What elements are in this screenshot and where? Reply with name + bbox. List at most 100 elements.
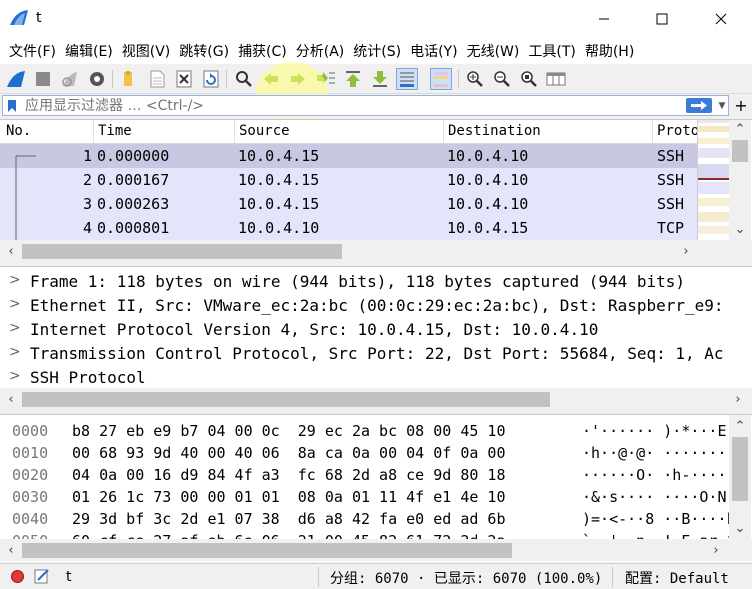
menu-telephony[interactable]: 电话(Y) [401, 41, 457, 61]
column-divider[interactable] [234, 120, 235, 144]
packet-row[interactable]: 4 0.000801 10.0.4.10 10.0.4.15 TCP [0, 216, 697, 240]
column-divider[interactable] [652, 120, 653, 144]
reload-file-button[interactable] [200, 68, 222, 90]
scroll-thumb[interactable] [732, 140, 748, 162]
column-divider[interactable] [93, 120, 94, 144]
status-divider [612, 567, 613, 587]
zoom-reset-button[interactable] [518, 68, 540, 90]
last-packet-icon [373, 71, 387, 87]
apply-filter-button[interactable] [686, 98, 712, 113]
capture-options-button[interactable] [86, 68, 108, 90]
packet-row[interactable]: 3 0.000263 10.0.4.15 10.0.4.10 SSH [0, 192, 697, 216]
menu-help[interactable]: 帮助(H) [576, 41, 634, 61]
filter-history-dropdown[interactable]: ▼ [715, 96, 729, 115]
bytes-hex: 00 68 93 9d 40 00 40 06 8a ca 0a 00 04 0… [72, 444, 506, 462]
detail-tree-item[interactable]: > Frame 1: 118 bytes on wire (944 bits),… [0, 269, 752, 293]
packet-row[interactable]: 1 0.000000 10.0.4.15 10.0.4.10 SSH [0, 144, 697, 168]
close-icon [715, 13, 727, 25]
stop-capture-button[interactable] [32, 68, 54, 90]
scroll-thumb[interactable] [22, 392, 550, 407]
scroll-up-icon[interactable]: ⌃ [733, 120, 747, 138]
bookmark-icon[interactable] [7, 99, 17, 113]
menu-edit[interactable]: 编辑(E) [56, 41, 113, 61]
menu-statistics[interactable]: 统计(S) [344, 41, 401, 61]
find-packet-button[interactable] [233, 68, 255, 90]
scroll-left-icon[interactable]: ‹ [3, 242, 19, 260]
maximize-button[interactable] [633, 0, 691, 38]
last-packet-button[interactable] [369, 68, 391, 90]
column-header-no[interactable]: No. [6, 123, 31, 139]
cell-destination: 10.0.4.10 [447, 171, 529, 189]
arrow-right-icon [691, 101, 707, 110]
open-folder-icon [124, 71, 132, 86]
scroll-right-icon[interactable]: › [708, 541, 724, 559]
details-hscroll[interactable]: ‹ › [0, 388, 752, 410]
scroll-thumb[interactable] [732, 437, 748, 501]
column-header-source[interactable]: Source [239, 123, 290, 139]
menu-view[interactable]: 视图(V) [113, 41, 171, 61]
close-file-button[interactable] [173, 68, 195, 90]
column-header-protocol[interactable]: Protocol [657, 123, 697, 139]
status-profile[interactable]: 配置: Default [625, 568, 729, 588]
bytes-hscroll[interactable]: ‹ › [0, 539, 752, 561]
scroll-left-icon[interactable]: ‹ [3, 390, 19, 408]
colorize-button[interactable] [430, 68, 452, 90]
first-packet-button[interactable] [342, 68, 364, 90]
bytes-row[interactable]: 0000 b8 27 eb e9 b7 04 00 0c 29 ec 2a bc… [0, 420, 736, 442]
detail-tree-item[interactable]: > Internet Protocol Version 4, Src: 10.0… [0, 317, 752, 341]
bytes-offset: 0000 [12, 422, 49, 440]
expert-info-icon[interactable] [11, 570, 24, 583]
scroll-right-icon[interactable]: › [678, 242, 694, 260]
bytes-hex: 29 3d bf 3c 2d e1 07 38 d6 a8 42 fa e0 e… [72, 510, 506, 528]
packet-list-vscroll[interactable]: ⌃ ⌄ [729, 120, 751, 240]
packet-list-hscroll[interactable]: ‹ › [0, 240, 752, 262]
scroll-thumb[interactable] [22, 543, 512, 558]
start-capture-button[interactable] [5, 68, 27, 90]
menu-analyze[interactable]: 分析(A) [287, 41, 345, 61]
detail-tree-item[interactable]: > SSH Protocol [0, 365, 752, 389]
resize-columns-button[interactable] [545, 68, 567, 90]
bytes-row[interactable]: 0020 04 0a 00 16 d9 84 4f a3 fc 68 2d a8… [0, 464, 736, 486]
save-file-button[interactable] [146, 68, 168, 90]
menu-wireless[interactable]: 无线(W) [458, 41, 520, 61]
bytes-row[interactable]: 0040 29 3d bf 3c 2d e1 07 38 d6 a8 42 fa… [0, 508, 736, 530]
scroll-down-icon[interactable]: ⌄ [733, 220, 747, 238]
menu-file[interactable]: 文件(F) [0, 41, 56, 61]
autoscroll-button[interactable] [396, 68, 418, 90]
bytes-row[interactable]: 0010 00 68 93 9d 40 00 40 06 8a ca 0a 00… [0, 442, 736, 464]
scroll-down-icon[interactable]: ⌄ [733, 519, 747, 537]
chevron-right-icon[interactable]: > [9, 272, 21, 288]
detail-tree-item[interactable]: > Ethernet II, Src: VMware_ec:2a:bc (00:… [0, 293, 752, 317]
scroll-up-icon[interactable]: ⌃ [733, 417, 747, 435]
chevron-right-icon[interactable]: > [9, 344, 21, 360]
zoom-in-button[interactable] [464, 68, 486, 90]
menu-capture[interactable]: 捕获(C) [229, 41, 287, 61]
column-header-time[interactable]: Time [98, 123, 132, 139]
menu-tools[interactable]: 工具(T) [519, 41, 575, 61]
bytes-row[interactable]: 0030 01 26 1c 73 00 00 01 01 08 0a 01 11… [0, 486, 736, 508]
bytes-hex: 01 26 1c 73 00 00 01 01 08 0a 01 11 4f e… [72, 488, 506, 506]
close-window-button[interactable] [692, 0, 750, 38]
chevron-right-icon[interactable]: > [9, 320, 21, 336]
minimize-button[interactable] [575, 0, 633, 38]
chevron-right-icon[interactable]: > [9, 368, 21, 384]
scroll-right-icon[interactable]: › [730, 390, 746, 408]
capture-comment-icon[interactable] [34, 568, 50, 584]
chevron-right-icon[interactable]: > [9, 296, 21, 312]
detail-text: Transmission Control Protocol, Src Port:… [30, 344, 724, 363]
display-filter-input[interactable] [25, 97, 665, 114]
restart-capture-button[interactable] [59, 68, 81, 90]
scroll-thumb[interactable] [22, 244, 342, 259]
packet-row[interactable]: 2 0.000167 10.0.4.15 10.0.4.10 SSH [0, 168, 697, 192]
detail-tree-item[interactable]: > Transmission Control Protocol, Src Por… [0, 341, 752, 365]
menu-go[interactable]: 跳转(G) [170, 41, 229, 61]
column-divider[interactable] [443, 120, 444, 144]
zoom-out-button[interactable] [491, 68, 513, 90]
scroll-left-icon[interactable]: ‹ [3, 541, 19, 559]
column-header-destination[interactable]: Destination [448, 123, 541, 139]
open-file-button[interactable] [118, 68, 140, 90]
minimap-line [698, 178, 730, 180]
packet-minimap[interactable] [697, 120, 730, 240]
add-filter-button[interactable]: + [732, 94, 750, 116]
bytes-vscroll[interactable]: ⌃ ⌄ [729, 415, 751, 539]
